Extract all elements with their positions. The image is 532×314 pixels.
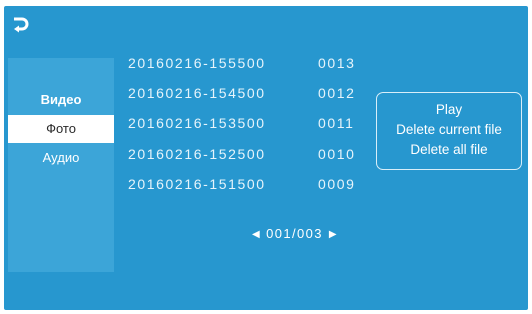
file-number: 0013 <box>318 55 356 71</box>
play-menu-item[interactable]: Play <box>377 100 521 120</box>
file-number: 0009 <box>318 176 356 192</box>
file-row[interactable]: 20160216-154500 0012 <box>128 83 356 103</box>
file-row[interactable]: 20160216-153500 0011 <box>128 113 355 133</box>
sidebar-item-audio[interactable]: Аудио <box>8 144 114 172</box>
file-number: 0011 <box>318 115 355 131</box>
sidebar-item-label: Фото <box>46 121 76 136</box>
sidebar-item-video[interactable]: Видео <box>8 86 114 114</box>
page-indicator: 001/003 <box>266 226 323 241</box>
sidebar: Видео Фото Аудио <box>8 58 114 272</box>
file-row[interactable]: 20160216-152500 0010 <box>128 144 356 164</box>
sidebar-item-photo[interactable]: Фото <box>8 115 114 143</box>
file-number: 0012 <box>318 85 356 101</box>
file-row[interactable]: 20160216-151500 0009 <box>128 174 356 194</box>
sidebar-item-label: Видео <box>40 92 82 107</box>
file-name: 20160216-155500 <box>128 55 266 71</box>
delete-current-file-menu-item[interactable]: Delete current file <box>377 120 521 140</box>
file-number: 0010 <box>318 146 356 162</box>
screen: Видео Фото Аудио 20160216-155500 0013 201… <box>4 6 528 310</box>
file-row[interactable]: 20160216-155500 0013 <box>128 53 356 73</box>
back-button[interactable] <box>10 14 30 36</box>
file-name: 20160216-153500 <box>128 115 266 131</box>
triangle-left-icon[interactable]: ◀ <box>252 225 261 245</box>
file-name: 20160216-154500 <box>128 85 266 101</box>
pagination: ◀ 001/003 ▶ <box>252 224 338 244</box>
delete-all-files-menu-item[interactable]: Delete all file <box>377 140 521 160</box>
return-arrow-icon <box>10 17 30 40</box>
sidebar-item-label: Аудио <box>42 150 80 165</box>
triangle-right-icon[interactable]: ▶ <box>329 225 338 245</box>
file-action-menu: Play Delete current file Delete all file <box>376 92 522 170</box>
file-name: 20160216-151500 <box>128 176 266 192</box>
file-name: 20160216-152500 <box>128 146 266 162</box>
